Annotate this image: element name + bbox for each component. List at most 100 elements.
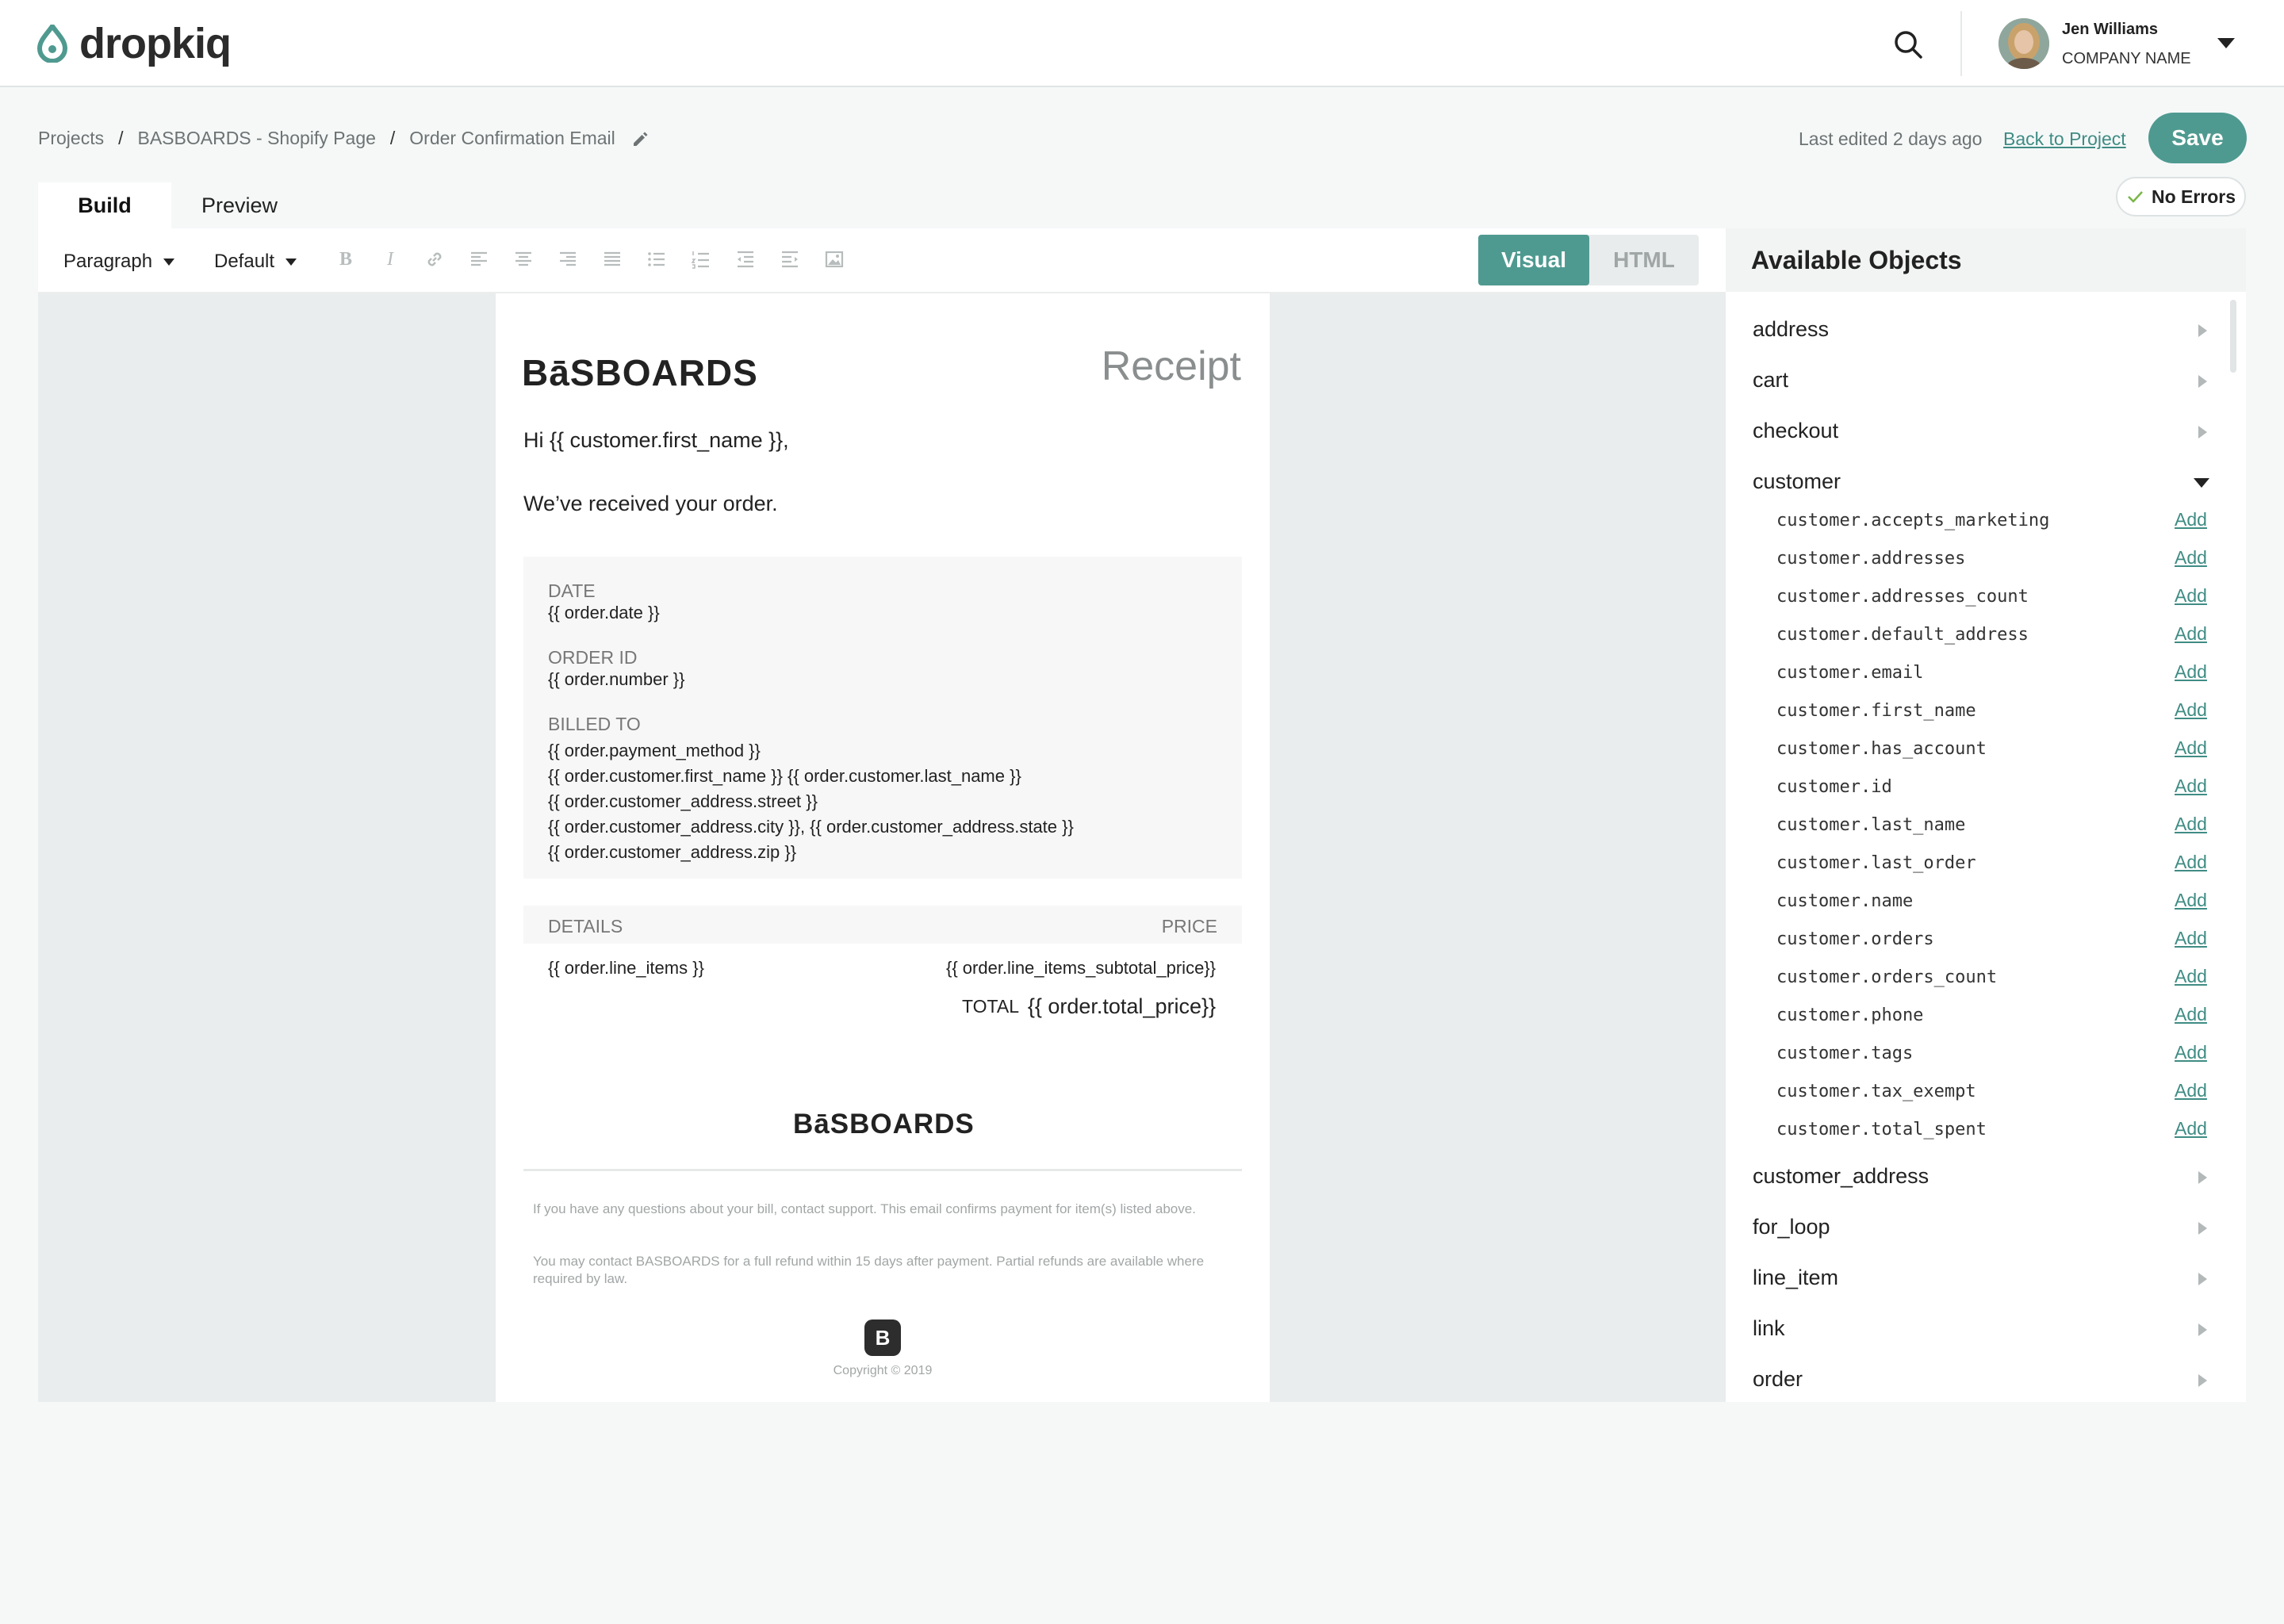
object-item[interactable]: cart bbox=[1753, 368, 1788, 393]
add-property-link[interactable]: Add bbox=[2175, 814, 2207, 835]
object-item[interactable]: link bbox=[1753, 1316, 1785, 1341]
total-value: {{ order.total_price}} bbox=[1027, 994, 1216, 1018]
receipt-heading: Receipt bbox=[1101, 343, 1241, 389]
breadcrumb-projects[interactable]: Projects bbox=[38, 128, 104, 149]
object-item-expanded[interactable]: customer bbox=[1753, 469, 1841, 494]
add-property-link[interactable]: Add bbox=[2175, 890, 2207, 911]
chevron-right-icon[interactable] bbox=[2198, 1273, 2207, 1285]
billed-line: {{ order.payment_method }} bbox=[548, 741, 761, 760]
object-item[interactable]: line_item bbox=[1753, 1266, 1838, 1290]
outdent-icon[interactable] bbox=[734, 248, 757, 270]
object-item[interactable]: customer_address bbox=[1753, 1164, 1929, 1189]
property-item: customer.last_name bbox=[1776, 815, 1966, 835]
view-mode-toggle: Visual HTML bbox=[1478, 235, 1699, 285]
bold-icon[interactable]: B bbox=[335, 248, 357, 270]
html-mode-button[interactable]: HTML bbox=[1589, 235, 1699, 285]
add-property-link[interactable]: Add bbox=[2175, 585, 2207, 607]
editor-toolbar: Paragraph Default B I Visual HTML bbox=[38, 228, 1726, 293]
order-info-box: DATE {{ order.date }} ORDER ID {{ order.… bbox=[523, 557, 1242, 879]
available-objects-panel: Available Objects address cart checkout cus… bbox=[1726, 228, 2246, 1402]
check-icon bbox=[2128, 191, 2143, 203]
subtotal-value: {{ order.line_items_subtotal_price}} bbox=[945, 958, 1216, 978]
chevron-down-icon[interactable] bbox=[2217, 38, 2235, 48]
dropkiq-logo[interactable]: dropkiq bbox=[36, 19, 232, 68]
drop-logo-icon bbox=[36, 25, 68, 63]
property-item: customer.total_spent bbox=[1776, 1120, 1987, 1139]
font-select[interactable]: Default bbox=[214, 251, 297, 273]
app-name: dropkiq bbox=[79, 20, 232, 67]
footer-brand-logo: BāSBOARDS bbox=[793, 1109, 975, 1139]
details-header: DETAILS PRICE bbox=[523, 906, 1242, 944]
tab-build[interactable]: Build bbox=[38, 182, 171, 228]
chevron-right-icon[interactable] bbox=[2198, 1171, 2207, 1184]
property-item: customer.tags bbox=[1776, 1044, 1914, 1063]
italic-icon[interactable]: I bbox=[379, 248, 401, 270]
chevron-right-icon[interactable] bbox=[2198, 1222, 2207, 1235]
chevron-down-icon[interactable] bbox=[2194, 478, 2209, 488]
chevron-right-icon[interactable] bbox=[2198, 1374, 2207, 1387]
link-icon[interactable] bbox=[423, 248, 446, 270]
align-center-icon[interactable] bbox=[512, 248, 535, 270]
font-select-value: Default bbox=[214, 251, 275, 272]
add-property-link[interactable]: Add bbox=[2175, 737, 2207, 759]
paragraph-select[interactable]: Paragraph bbox=[63, 251, 175, 273]
order-id-value: {{ order.number }} bbox=[548, 669, 685, 689]
brand-mark-icon: B bbox=[864, 1320, 901, 1356]
add-property-link[interactable]: Add bbox=[2175, 1080, 2207, 1101]
chevron-right-icon[interactable] bbox=[2198, 1323, 2207, 1336]
property-item: customer.addresses_count bbox=[1776, 587, 2029, 607]
numbered-list-icon[interactable] bbox=[690, 248, 712, 270]
breadcrumb-project[interactable]: BASBOARDS - Shopify Page bbox=[137, 128, 375, 149]
object-item[interactable]: for_loop bbox=[1753, 1215, 1830, 1239]
object-item[interactable]: order bbox=[1753, 1367, 1803, 1392]
object-item[interactable]: checkout bbox=[1753, 419, 1838, 443]
breadcrumb: Projects / BASBOARDS - Shopify Page / Or… bbox=[38, 128, 650, 149]
property-item: customer.name bbox=[1776, 891, 1914, 911]
add-property-link[interactable]: Add bbox=[2175, 547, 2207, 569]
add-property-link[interactable]: Add bbox=[2175, 966, 2207, 987]
avatar[interactable] bbox=[1998, 18, 2049, 69]
add-property-link[interactable]: Add bbox=[2175, 623, 2207, 645]
add-property-link[interactable]: Add bbox=[2175, 661, 2207, 683]
scrollbar[interactable] bbox=[2230, 300, 2236, 373]
user-name[interactable]: Jen Williams bbox=[2062, 21, 2158, 39]
add-property-link[interactable]: Add bbox=[2175, 699, 2207, 721]
chevron-right-icon[interactable] bbox=[2198, 426, 2207, 439]
chevron-right-icon[interactable] bbox=[2198, 375, 2207, 388]
property-item: customer.default_address bbox=[1776, 625, 2029, 645]
header-divider bbox=[1960, 11, 1962, 76]
add-property-link[interactable]: Add bbox=[2175, 1042, 2207, 1063]
pencil-icon[interactable] bbox=[631, 129, 650, 148]
align-left-icon[interactable] bbox=[468, 248, 490, 270]
align-right-icon[interactable] bbox=[557, 248, 579, 270]
bullet-list-icon[interactable] bbox=[646, 248, 668, 270]
tab-preview[interactable]: Preview bbox=[171, 182, 308, 228]
date-label: DATE bbox=[548, 580, 596, 601]
add-property-link[interactable]: Add bbox=[2175, 776, 2207, 797]
search-icon[interactable] bbox=[1892, 29, 1924, 60]
fine-print: You may contact BASBOARDS for a full ref… bbox=[533, 1254, 1205, 1286]
top-bar: dropkiq Jen Williams COMPANY NAME bbox=[0, 0, 2284, 87]
brand-logo: BāSBOARDS bbox=[522, 352, 758, 393]
add-property-link[interactable]: Add bbox=[2175, 928, 2207, 949]
status-badge: No Errors bbox=[2116, 177, 2246, 216]
add-property-link[interactable]: Add bbox=[2175, 1118, 2207, 1139]
email-preview[interactable]: BāSBOARDS Receipt Hi {{ customer.first_n… bbox=[496, 293, 1270, 1402]
received-text: We’ve received your order. bbox=[523, 492, 778, 515]
object-item[interactable]: address bbox=[1753, 317, 1829, 342]
company-name[interactable]: COMPANY NAME bbox=[2062, 50, 2191, 68]
image-icon[interactable] bbox=[823, 248, 845, 270]
save-button[interactable]: Save bbox=[2148, 113, 2247, 163]
align-justify-icon[interactable] bbox=[601, 248, 623, 270]
add-property-link[interactable]: Add bbox=[2175, 852, 2207, 873]
property-item: customer.tax_exempt bbox=[1776, 1082, 1976, 1101]
chevron-right-icon[interactable] bbox=[2198, 324, 2207, 337]
billed-line: {{ order.customer_address.city }}, {{ or… bbox=[548, 817, 1074, 837]
billed-line: {{ order.customer_address.zip }} bbox=[548, 842, 797, 862]
indent-icon[interactable] bbox=[779, 248, 801, 270]
visual-mode-button[interactable]: Visual bbox=[1478, 235, 1589, 285]
add-property-link[interactable]: Add bbox=[2175, 1004, 2207, 1025]
billed-line: {{ order.customer_address.street }} bbox=[548, 791, 818, 811]
back-to-project-link[interactable]: Back to Project bbox=[2003, 128, 2126, 150]
add-property-link[interactable]: Add bbox=[2175, 509, 2207, 530]
